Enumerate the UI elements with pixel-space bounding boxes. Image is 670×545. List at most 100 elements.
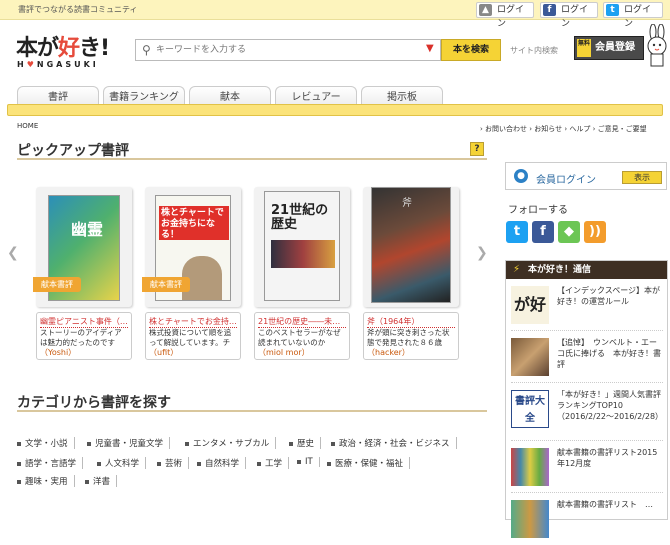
review-title[interactable]: 株とチャートでお金持ち… bbox=[149, 316, 237, 328]
help-icon[interactable]: ? bbox=[470, 142, 484, 156]
news-title: 【追悼】 ウンベルト・エーコ氏に捧げる 本が好き！書評 bbox=[557, 338, 661, 369]
category-link[interactable]: IT bbox=[297, 457, 320, 467]
category-link[interactable]: 工学 bbox=[257, 457, 290, 469]
news-item[interactable]: が好 【インデックスページ】本が好き！の運営ルール bbox=[511, 281, 663, 331]
review-summary: 幽霊ピアニスト事件（… ストーリーのアイディアは魅力的だったのですが… （Yos… bbox=[36, 312, 132, 360]
site-search-link[interactable]: サイト内検索 bbox=[510, 45, 558, 56]
category-link[interactable]: 自然科学 bbox=[197, 457, 247, 469]
news-title: 献本書籍の書評リスト2015年12月度 bbox=[557, 448, 658, 468]
category-link[interactable]: 文学・小説 bbox=[17, 437, 75, 449]
category-link[interactable]: 医療・保健・福祉 bbox=[327, 457, 411, 469]
news-thumbnail bbox=[511, 448, 549, 486]
news-header: ⚡ 本が好き！通信 bbox=[506, 261, 667, 279]
login-button[interactable]: ▲ ログイン bbox=[476, 2, 534, 29]
cover-text: 株とチャートでお金持ちになる！ bbox=[159, 206, 229, 240]
review-summary: 21世紀の歴史――未来… このベストセラーがなぜ読まれていないのか （miol … bbox=[254, 312, 350, 360]
news-thumbnail bbox=[511, 500, 549, 538]
pickup-book-card[interactable]: 株とチャートでお金持ちになる！ 献本書評 株とチャートでお金持ち… 株式投資につ… bbox=[142, 187, 241, 361]
twitter-icon: t bbox=[606, 4, 619, 16]
reviewer-name[interactable]: （Yoshi） bbox=[40, 347, 128, 358]
facebook-icon[interactable]: f bbox=[532, 221, 554, 243]
search-box: ⚲ ▼ bbox=[135, 39, 441, 61]
news-thumbnail: が好 bbox=[511, 286, 549, 324]
pickup-section-title: ピックアップ書評 bbox=[17, 140, 487, 160]
category-link[interactable]: 趣味・実用 bbox=[17, 475, 75, 487]
review-title[interactable]: 斧（1964年） bbox=[367, 316, 455, 328]
category-section-title: カテゴリから書評を探す bbox=[17, 392, 487, 412]
news-item[interactable]: 献本書籍の書評リスト … bbox=[511, 495, 663, 545]
category-link[interactable]: 語学・言語学 bbox=[17, 457, 84, 469]
pickup-book-card[interactable]: 21世紀の歴史 21世紀の歴史――未来… このベストセラーがなぜ読まれていないの… bbox=[254, 187, 350, 361]
category-link[interactable]: 歴史 bbox=[289, 437, 322, 449]
cover-text: 斧 bbox=[402, 198, 412, 209]
feedly-icon[interactable]: ◆ bbox=[558, 221, 580, 243]
register-label: 会員登録 bbox=[595, 42, 635, 53]
category-list: 文学・小説 児童書・児童文学 エンタメ・サブカル 歴史 政治・経済・社会・ビジネ… bbox=[17, 431, 487, 493]
news-item[interactable]: 献本書籍の書評リスト2015年12月度 bbox=[511, 443, 663, 493]
carousel-prev-icon[interactable]: ❮ bbox=[7, 245, 19, 261]
tagline: 書評でつながる読書コミュニティ bbox=[18, 5, 138, 14]
review-excerpt: ストーリーのアイディアは魅力的だったのですが… bbox=[40, 328, 122, 347]
book-cover: 21世紀の歴史 bbox=[254, 187, 350, 307]
category-link[interactable]: 芸術 bbox=[157, 457, 190, 469]
news-box: ⚡ 本が好き！通信 が好 【インデックスページ】本が好き！の運営ルール 【追悼】… bbox=[505, 260, 668, 538]
book-cover: 斧 bbox=[363, 187, 459, 307]
member-login-box: ● 会員ログイン 表示 bbox=[505, 162, 667, 190]
top-bar: 書評でつながる読書コミュニティ ▲ ログイン f ログイン t ログイン bbox=[0, 0, 670, 29]
cover-image bbox=[271, 240, 335, 268]
lightning-icon: ⚡ bbox=[513, 264, 521, 275]
breadcrumb[interactable]: HOME bbox=[17, 122, 38, 130]
news-thumbnail bbox=[511, 338, 549, 376]
twitter-icon[interactable]: t bbox=[506, 221, 528, 243]
review-title[interactable]: 幽霊ピアニスト事件（… bbox=[40, 316, 128, 328]
utility-links[interactable]: › お問い合わせ › お知らせ › ヘルプ › ご意見・ご要望 bbox=[480, 124, 647, 134]
site-logo[interactable]: 本が好き! H♥NGASUKI bbox=[16, 30, 116, 70]
review-summary: 斧（1964年） 斧が頭に突き刺さった状態で発見された８６歳の… （hacker… bbox=[363, 312, 459, 360]
logo-sub: H♥NGASUKI bbox=[17, 60, 99, 69]
logo-main: 本が好き! bbox=[16, 36, 110, 61]
news-thumbnail: 書評大全 bbox=[511, 390, 549, 428]
user-icon: ▲ bbox=[479, 4, 492, 16]
news-item[interactable]: 【追悼】 ウンベルト・エーコ氏に捧げる 本が好き！書評 bbox=[511, 333, 663, 383]
news-title: 「本が好き！」週間人気書評ランキングTOP10（2016/2/22〜2016/2… bbox=[557, 390, 664, 421]
review-summary: 株とチャートでお金持ち… 株式投資について順を追って解説しています。チャ… （u… bbox=[145, 312, 241, 360]
login-label: ログイン bbox=[561, 5, 589, 29]
free-badge: 無料 bbox=[577, 39, 591, 57]
cover-text: 21世紀の歴史 bbox=[271, 203, 329, 232]
show-button[interactable]: 表示 bbox=[622, 171, 662, 184]
rss-icon[interactable]: )) bbox=[584, 221, 606, 243]
presented-review-ribbon: 献本書評 bbox=[33, 277, 81, 292]
category-link[interactable]: 洋書 bbox=[85, 475, 118, 487]
review-excerpt: このベストセラーがなぜ読まれていないのか bbox=[258, 328, 341, 347]
login-label: ログイン bbox=[497, 5, 525, 29]
news-item[interactable]: 書評大全 「本が好き！」週間人気書評ランキングTOP10（2016/2/22〜2… bbox=[511, 385, 663, 441]
facebook-login-button[interactable]: f ログイン bbox=[540, 2, 598, 29]
news-title: 献本書籍の書評リスト … bbox=[557, 500, 653, 509]
search-icon: ⚲ bbox=[142, 43, 151, 57]
user-icon: ● bbox=[514, 169, 528, 183]
follow-label: フォローする bbox=[508, 205, 568, 216]
search-input[interactable] bbox=[156, 42, 406, 58]
member-login-label[interactable]: 会員ログイン bbox=[536, 171, 596, 186]
category-link[interactable]: 政治・経済・社会・ビジネス bbox=[331, 437, 457, 449]
category-link[interactable]: 児童書・児童文学 bbox=[87, 437, 171, 449]
presented-review-ribbon: 献本書評 bbox=[142, 277, 190, 292]
chevron-down-icon[interactable]: ▼ bbox=[426, 43, 434, 54]
search-button[interactable]: 本を検索 bbox=[441, 39, 501, 61]
pickup-book-card[interactable]: 幽霊 献本書評 幽霊ピアニスト事件（… ストーリーのアイディアは魅力的だったので… bbox=[33, 187, 132, 361]
category-link[interactable]: エンタメ・サブカル bbox=[185, 437, 277, 449]
twitter-login-button[interactable]: t ログイン bbox=[603, 2, 663, 29]
register-button[interactable]: 無料 会員登録 bbox=[574, 36, 644, 60]
cover-text: 幽霊 bbox=[71, 220, 104, 239]
reviewer-name[interactable]: （ufit） bbox=[149, 347, 237, 358]
category-link[interactable]: 人文科学 bbox=[97, 457, 147, 469]
carousel-next-icon[interactable]: ❯ bbox=[476, 245, 488, 261]
review-title[interactable]: 21世紀の歴史――未来… bbox=[258, 316, 346, 328]
pickup-book-card[interactable]: 斧 斧（1964年） 斧が頭に突き刺さった状態で発見された８６歳の… （hack… bbox=[363, 187, 459, 361]
reviewer-name[interactable]: （hacker） bbox=[367, 347, 455, 358]
facebook-icon: f bbox=[543, 4, 556, 16]
review-excerpt: 斧が頭に突き刺さった状態で発見された８６歳の… bbox=[367, 328, 450, 347]
reviewer-name[interactable]: （miol mor） bbox=[258, 347, 346, 358]
news-title: 【インデックスページ】本が好き！の運営ルール bbox=[557, 286, 661, 306]
review-excerpt: 株式投資について順を追って解説しています。チャ… bbox=[149, 328, 232, 347]
